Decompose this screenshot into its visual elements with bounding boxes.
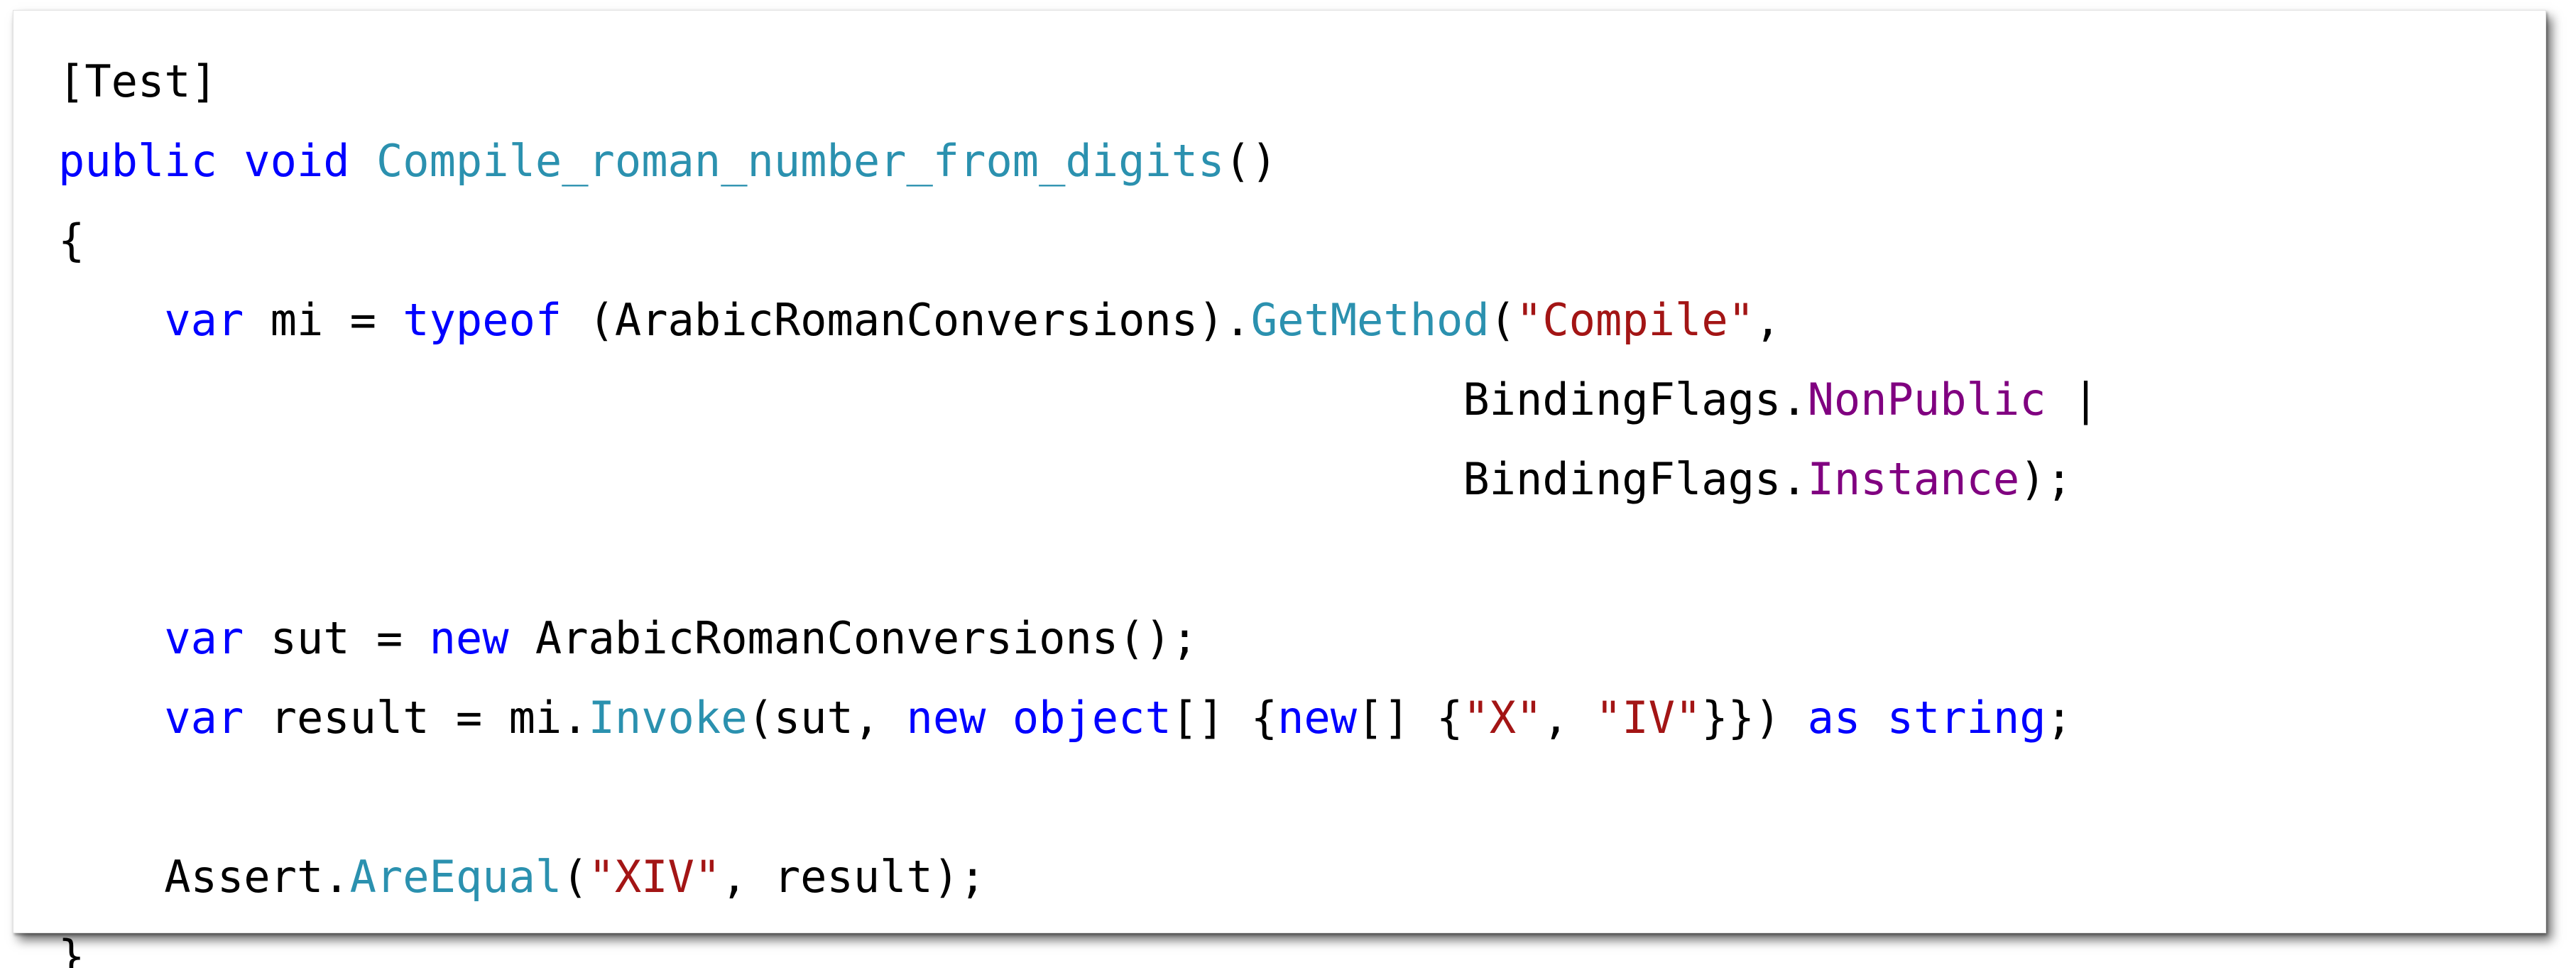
- code-token-str: "XIV": [588, 851, 721, 903]
- code-token-plain: |: [2046, 374, 2100, 425]
- code-line: var result = mi.Invoke(sut, new object[]…: [58, 678, 2099, 758]
- code-token-str: "IV": [1595, 692, 1702, 744]
- code-token-plain: ,: [1542, 692, 1596, 744]
- code-token-plain: [Test]: [58, 55, 217, 107]
- code-token-plain: );: [2019, 453, 2073, 505]
- code-token-str: "Compile": [1516, 294, 1754, 346]
- code-line: {: [58, 201, 2099, 281]
- code-line: ​: [58, 519, 2099, 599]
- code-token-plain: [] {: [1357, 692, 1463, 744]
- code-token-kw: var: [164, 692, 244, 744]
- code-token-plain: (: [562, 851, 589, 903]
- code-token-plain: {: [58, 214, 85, 266]
- code-line: var sut = new ArabicRomanConversions();: [58, 599, 2099, 678]
- code-token-kw: typeof: [403, 294, 562, 346]
- code-line: }: [58, 917, 2099, 968]
- code-line: [Test]: [58, 42, 2099, 121]
- code-line: var mi = typeof (ArabicRomanConversions)…: [58, 281, 2099, 360]
- code-snippet-panel: [Test] public void Compile_roman_number_f…: [13, 10, 2546, 968]
- code-token-kw: as: [1807, 692, 1861, 744]
- code-token-plain: sut =: [244, 612, 430, 664]
- code-token-enum: Instance: [1807, 453, 2020, 505]
- code-token-type: AreEqual: [349, 851, 562, 903]
- code-token-kw: void: [244, 135, 350, 187]
- code-line: BindingFlags.NonPublic |: [58, 360, 2099, 440]
- code-token-plain: (): [1224, 135, 1278, 187]
- code-token-kw: new: [429, 612, 509, 664]
- code-token-kw: new: [1277, 692, 1358, 744]
- code-token-plain: }}): [1701, 692, 1808, 744]
- code-token-plain: (ArabicRomanConversions).: [562, 294, 1251, 346]
- code-token-plain: , result);: [721, 851, 986, 903]
- code-token-plain: (: [1489, 294, 1517, 346]
- code-token-plain: BindingFlags.: [58, 453, 1808, 505]
- code-token-type: GetMethod: [1250, 294, 1490, 346]
- code-token-plain: result = mi.: [244, 692, 589, 744]
- code-token-plain: ArabicRomanConversions();: [508, 612, 1199, 664]
- code-token-plain: ;: [2046, 692, 2073, 744]
- code-line: ​: [58, 758, 2099, 837]
- code-token-kw: string: [1887, 692, 2046, 744]
- code-line: Assert.AreEqual("XIV", result);: [58, 837, 2099, 917]
- code-token-plain: [] {: [1171, 692, 1278, 744]
- code-line: public void Compile_roman_number_from_di…: [58, 121, 2099, 201]
- code-token-plain: ,: [1754, 294, 1781, 346]
- code-token-type: Compile_roman_number_from_digits: [376, 135, 1225, 187]
- code-token-plain: (sut,: [747, 692, 907, 744]
- code-token-plain: Assert.: [58, 851, 350, 903]
- code-block: [Test] public void Compile_roman_number_f…: [58, 42, 2099, 968]
- code-token-kw: var: [164, 612, 244, 664]
- code-token-type: Invoke: [588, 692, 748, 744]
- code-token-kw: public: [58, 135, 217, 187]
- code-token-plain: }: [58, 930, 85, 968]
- code-token-kw: object: [1012, 692, 1172, 744]
- code-token-enum: NonPublic: [1807, 374, 2046, 425]
- code-line: BindingFlags.Instance);: [58, 440, 2099, 519]
- code-token-kw: var: [164, 294, 244, 346]
- code-token-str: "X": [1463, 692, 1543, 744]
- code-token-plain: mi =: [244, 294, 403, 346]
- code-token-kw: new: [906, 692, 986, 744]
- code-token-plain: BindingFlags.: [58, 374, 1808, 425]
